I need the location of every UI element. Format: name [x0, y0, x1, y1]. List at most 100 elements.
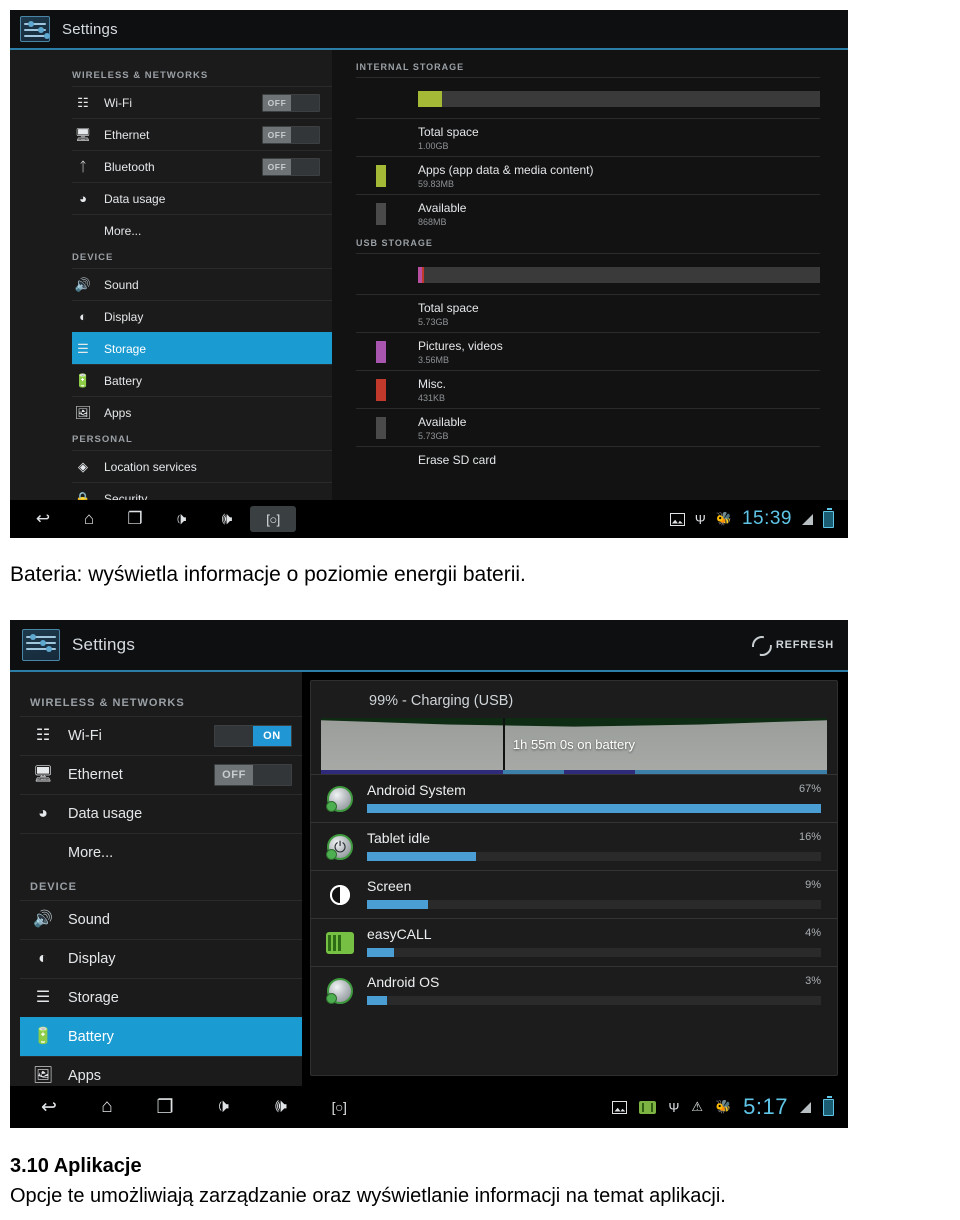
- sidebar-item-data-usage[interactable]: ◕ Data usage: [20, 794, 302, 833]
- storage-value: 868MB: [418, 217, 447, 227]
- settings-app-icon: [22, 629, 60, 661]
- sidebar-item-wifi[interactable]: ☷ Wi-Fi OFF: [72, 86, 332, 118]
- wifi-toggle[interactable]: OFF: [262, 93, 320, 112]
- sidebar-item-label: More...: [104, 223, 142, 238]
- recents-button[interactable]: ❐: [136, 1086, 194, 1128]
- storage-pane: INTERNAL STORAGE Total space 1.00GB Apps…: [332, 50, 848, 500]
- storage-row-available-usb[interactable]: Available 5.73GB: [356, 408, 820, 446]
- sidebar-item-data-usage[interactable]: ◕ Data usage: [72, 182, 332, 214]
- usage-name: Tablet idle: [367, 830, 431, 846]
- usage-name: Screen: [367, 878, 412, 894]
- storage-value: 1.00GB: [418, 141, 449, 151]
- volume-up-button[interactable]: 🕪: [252, 1086, 310, 1128]
- storage-value: 3.56MB: [418, 355, 450, 365]
- refresh-icon: [752, 636, 770, 654]
- battery-history-graph[interactable]: 1h 55m 0s on battery: [321, 718, 827, 774]
- sidebar-item-ethernet[interactable]: 🖥 Ethernet OFF: [72, 118, 332, 150]
- swatch-available: [376, 417, 386, 439]
- volume-up-button[interactable]: 🕪: [204, 500, 250, 538]
- swatch-none: [376, 455, 386, 477]
- screenshot-button[interactable]: [○]: [250, 506, 296, 532]
- heading-apps: 3.10 Aplikacje: [10, 1155, 142, 1177]
- sidebar-item-display[interactable]: ◐ Display: [20, 939, 302, 978]
- screenshot-button[interactable]: [○]: [310, 1094, 368, 1120]
- usage-bar: [367, 900, 429, 909]
- storage-row-misc[interactable]: Misc. 431KB: [356, 370, 820, 408]
- usage-bar: [367, 948, 395, 957]
- sidebar-item-storage[interactable]: ☰ Storage: [72, 332, 332, 364]
- storage-row-pictures-videos[interactable]: Pictures, videos 3.56MB: [356, 332, 820, 370]
- volume-down-button[interactable]: 🕩: [194, 1086, 252, 1128]
- sidebar-item-label: Ethernet: [104, 127, 150, 142]
- storage-title: Total space: [418, 125, 479, 139]
- ethernet-icon: 🖥: [32, 766, 54, 783]
- settings-sidebar: WIRELESS & NETWORKS ☷ Wi-Fi OFF 🖥 Ethern…: [10, 50, 332, 506]
- back-button[interactable]: ↩: [20, 1086, 78, 1128]
- sidebar-item-more[interactable]: More...: [20, 833, 302, 872]
- usage-bar: [367, 996, 388, 1005]
- sidebar-item-apps[interactable]: 🖼 Apps: [72, 396, 332, 428]
- sidebar-item-wifi[interactable]: ☷ Wi-Fi ON: [20, 716, 302, 755]
- sd-card-icon: [639, 1100, 657, 1114]
- internal-storage-bar: [418, 91, 820, 107]
- battery-status-text: 99% - Charging (USB): [369, 693, 514, 709]
- sound-icon: 🔊: [74, 277, 92, 292]
- sidebar-item-more[interactable]: More...: [72, 214, 332, 246]
- home-button[interactable]: ⌂: [66, 500, 112, 538]
- apps-icon: 🖼: [32, 1067, 54, 1084]
- power-icon: [325, 832, 355, 862]
- bluetooth-toggle[interactable]: OFF: [262, 157, 320, 176]
- battery-icon: 🔋: [74, 373, 92, 388]
- storage-row-erase-sd-card[interactable]: Erase SD card: [356, 446, 820, 482]
- recents-button[interactable]: ❐: [112, 500, 158, 538]
- battery-usage-row[interactable]: Tablet idle 16%: [311, 822, 837, 870]
- sidebar-item-bluetooth[interactable]: ᛏ Bluetooth OFF: [72, 150, 332, 182]
- sidebar-item-label: Battery: [68, 1029, 114, 1045]
- storage-row-total-usb[interactable]: Total space 5.73GB: [356, 294, 820, 332]
- storage-row-apps[interactable]: Apps (app data & media content) 59.83MB: [356, 156, 820, 194]
- swatch-available: [376, 203, 386, 225]
- action-bar: Settings REFRESH: [10, 620, 848, 672]
- back-button[interactable]: ↩: [20, 500, 66, 538]
- usage-bar: [367, 804, 821, 813]
- storage-title: Misc.: [418, 377, 446, 391]
- ethernet-toggle[interactable]: OFF: [262, 125, 320, 144]
- action-bar: Settings: [10, 10, 848, 50]
- storage-icon: ☰: [77, 341, 89, 356]
- ethernet-toggle[interactable]: OFF: [214, 764, 292, 786]
- battery-usage-row[interactable]: Android System 67%: [311, 774, 837, 822]
- settings-sidebar: WIRELESS & NETWORKS ☷ Wi-Fi ON 🖥 Etherne…: [10, 672, 302, 1086]
- battery-usage-row[interactable]: easyCALL 4%: [311, 918, 837, 966]
- battery-usage-row[interactable]: Android OS 3%: [311, 966, 837, 1014]
- storage-value: 5.73GB: [418, 317, 449, 327]
- sidebar-item-label: Display: [104, 309, 144, 324]
- storage-value: 431KB: [418, 393, 446, 403]
- debug-icon: 🐝: [714, 1099, 732, 1114]
- sidebar-item-battery[interactable]: 🔋 Battery: [20, 1017, 302, 1056]
- sidebar-item-sound[interactable]: 🔊 Sound: [20, 900, 302, 939]
- wifi-toggle[interactable]: ON: [214, 725, 292, 747]
- sidebar-item-label: Storage: [68, 990, 119, 1006]
- sidebar-item-label: Apps: [68, 1068, 102, 1084]
- group-label-device: DEVICE: [72, 252, 114, 263]
- sidebar-item-display[interactable]: ◐ Display: [72, 300, 332, 332]
- storage-row-available-internal[interactable]: Available 868MB: [356, 194, 820, 232]
- battery-usage-row[interactable]: Screen 9%: [311, 870, 837, 918]
- refresh-button[interactable]: REFRESH: [752, 636, 834, 654]
- sidebar-item-label: Sound: [104, 277, 139, 292]
- caption-battery: Bateria: wyświetla informacje o poziomie…: [10, 563, 526, 586]
- storage-row-total-internal[interactable]: Total space 1.00GB: [356, 118, 820, 156]
- sidebar-item-location-services[interactable]: ◈ Location services: [72, 450, 332, 482]
- volume-down-button[interactable]: 🕩: [158, 500, 204, 538]
- wifi-icon: ☷: [77, 95, 89, 110]
- screenshot-captured-icon: [669, 512, 685, 526]
- sidebar-item-sound[interactable]: 🔊 Sound: [72, 268, 332, 300]
- home-button[interactable]: ⌂: [78, 1086, 136, 1128]
- sidebar-item-battery[interactable]: 🔋 Battery: [72, 364, 332, 396]
- toggle-label: OFF: [215, 765, 253, 785]
- storage-title: Available: [418, 415, 467, 429]
- usage-percent: 9%: [805, 879, 821, 891]
- sidebar-item-ethernet[interactable]: 🖥 Ethernet OFF: [20, 755, 302, 794]
- swatch-misc: [376, 379, 386, 401]
- sidebar-item-storage[interactable]: ☰ Storage: [20, 978, 302, 1017]
